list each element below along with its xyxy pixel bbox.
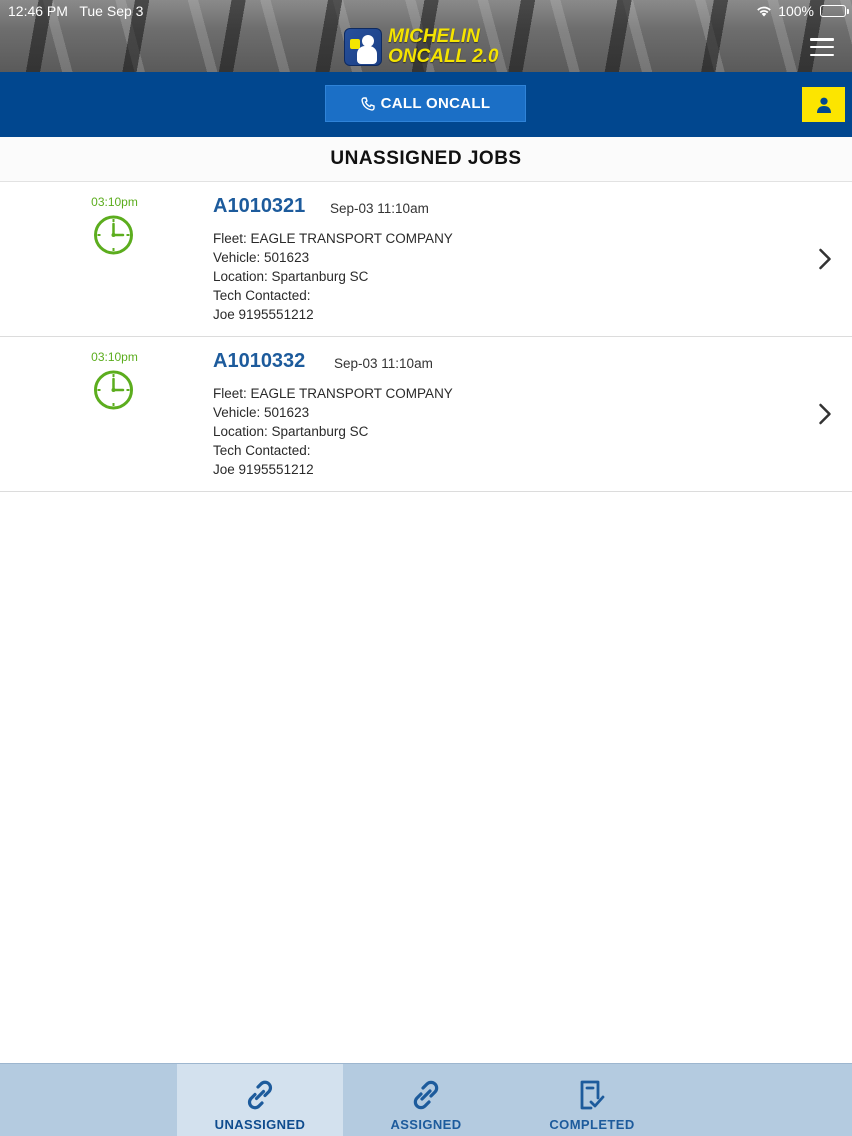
logo-line1: MICHELIN xyxy=(388,26,480,47)
job-tech: Joe 9195551212 xyxy=(213,307,314,322)
job-tech-label: Tech Contacted: xyxy=(213,288,311,303)
phone-icon xyxy=(361,96,375,111)
tab-unassigned-label: UNASSIGNED xyxy=(214,1117,306,1132)
call-oncall-label: CALL ONCALL xyxy=(380,95,491,112)
tab-completed-label: COMPLETED xyxy=(549,1117,635,1132)
job-time: 03:10pm xyxy=(91,350,138,364)
job-row[interactable]: 03:10pm A1010332 Sep-03 11:10am Fleet: E… xyxy=(0,337,852,492)
job-time: 03:10pm xyxy=(91,195,138,209)
tab-completed[interactable]: COMPLETED xyxy=(509,1064,675,1136)
chevron-right-icon[interactable] xyxy=(818,248,832,270)
clock-icon xyxy=(94,370,133,410)
hamburger-menu-icon[interactable] xyxy=(810,38,834,56)
job-id: A1010332 xyxy=(213,350,306,372)
job-id: A1010321 xyxy=(213,195,306,217)
job-row[interactable]: 03:10pm A1010321 Sep-03 11:10am Fleet: E… xyxy=(0,182,852,337)
link-icon xyxy=(247,1080,273,1110)
status-date: Tue Sep 3 xyxy=(79,3,144,19)
logo-line2: ONCALL 2.0 xyxy=(388,46,499,67)
job-tech-label: Tech Contacted: xyxy=(213,443,311,458)
profile-button[interactable] xyxy=(802,87,845,122)
job-fleet: Fleet: EAGLE TRANSPORT COMPANY xyxy=(213,386,453,401)
wifi-icon xyxy=(757,6,771,17)
battery-icon xyxy=(820,5,849,17)
call-oncall-button[interactable]: CALL ONCALL xyxy=(325,85,526,122)
status-time: 12:46 PM Tue Sep 3 xyxy=(8,3,143,19)
tab-assigned-label: ASSIGNED xyxy=(390,1117,462,1132)
logo-text: MICHELIN ONCALL 2.0 xyxy=(388,27,499,67)
tab-assigned[interactable]: ASSIGNED xyxy=(343,1064,509,1136)
chevron-right-icon[interactable] xyxy=(818,403,832,425)
job-details: Fleet: EAGLE TRANSPORT COMPANY Vehicle: … xyxy=(213,229,453,324)
page-title: UNASSIGNED JOBS xyxy=(0,137,852,182)
job-tech: Joe 9195551212 xyxy=(213,462,314,477)
user-icon xyxy=(816,97,831,113)
top-header: 12:46 PM Tue Sep 3 100% MICHELIN ONCALL … xyxy=(0,0,852,72)
tab-unassigned[interactable]: UNASSIGNED xyxy=(177,1064,343,1136)
job-location: Location: Spartanburg SC xyxy=(213,269,369,284)
job-details: Fleet: EAGLE TRANSPORT COMPANY Vehicle: … xyxy=(213,384,453,479)
job-location: Location: Spartanburg SC xyxy=(213,424,369,439)
job-date: Sep-03 11:10am xyxy=(330,201,429,216)
job-vehicle: Vehicle: 501623 xyxy=(213,250,310,265)
status-clock: 12:46 PM xyxy=(8,3,68,19)
clock-icon xyxy=(94,215,133,255)
link-icon xyxy=(413,1080,439,1110)
checklist-icon xyxy=(580,1080,605,1110)
status-right: 100% xyxy=(756,3,849,19)
job-vehicle: Vehicle: 501623 xyxy=(213,405,310,420)
job-date: Sep-03 11:10am xyxy=(334,356,433,371)
job-list: 03:10pm A1010321 Sep-03 11:10am Fleet: E… xyxy=(0,182,852,492)
bibendum-icon xyxy=(344,28,382,66)
battery-percent: 100% xyxy=(778,3,814,19)
app-logo: MICHELIN ONCALL 2.0 xyxy=(344,26,499,68)
action-bar: CALL ONCALL xyxy=(0,72,852,137)
job-fleet: Fleet: EAGLE TRANSPORT COMPANY xyxy=(213,231,453,246)
bottom-tab-bar: UNASSIGNED ASSIGNED COMPLETED xyxy=(0,1063,852,1136)
status-bar: 12:46 PM Tue Sep 3 100% xyxy=(0,0,852,22)
